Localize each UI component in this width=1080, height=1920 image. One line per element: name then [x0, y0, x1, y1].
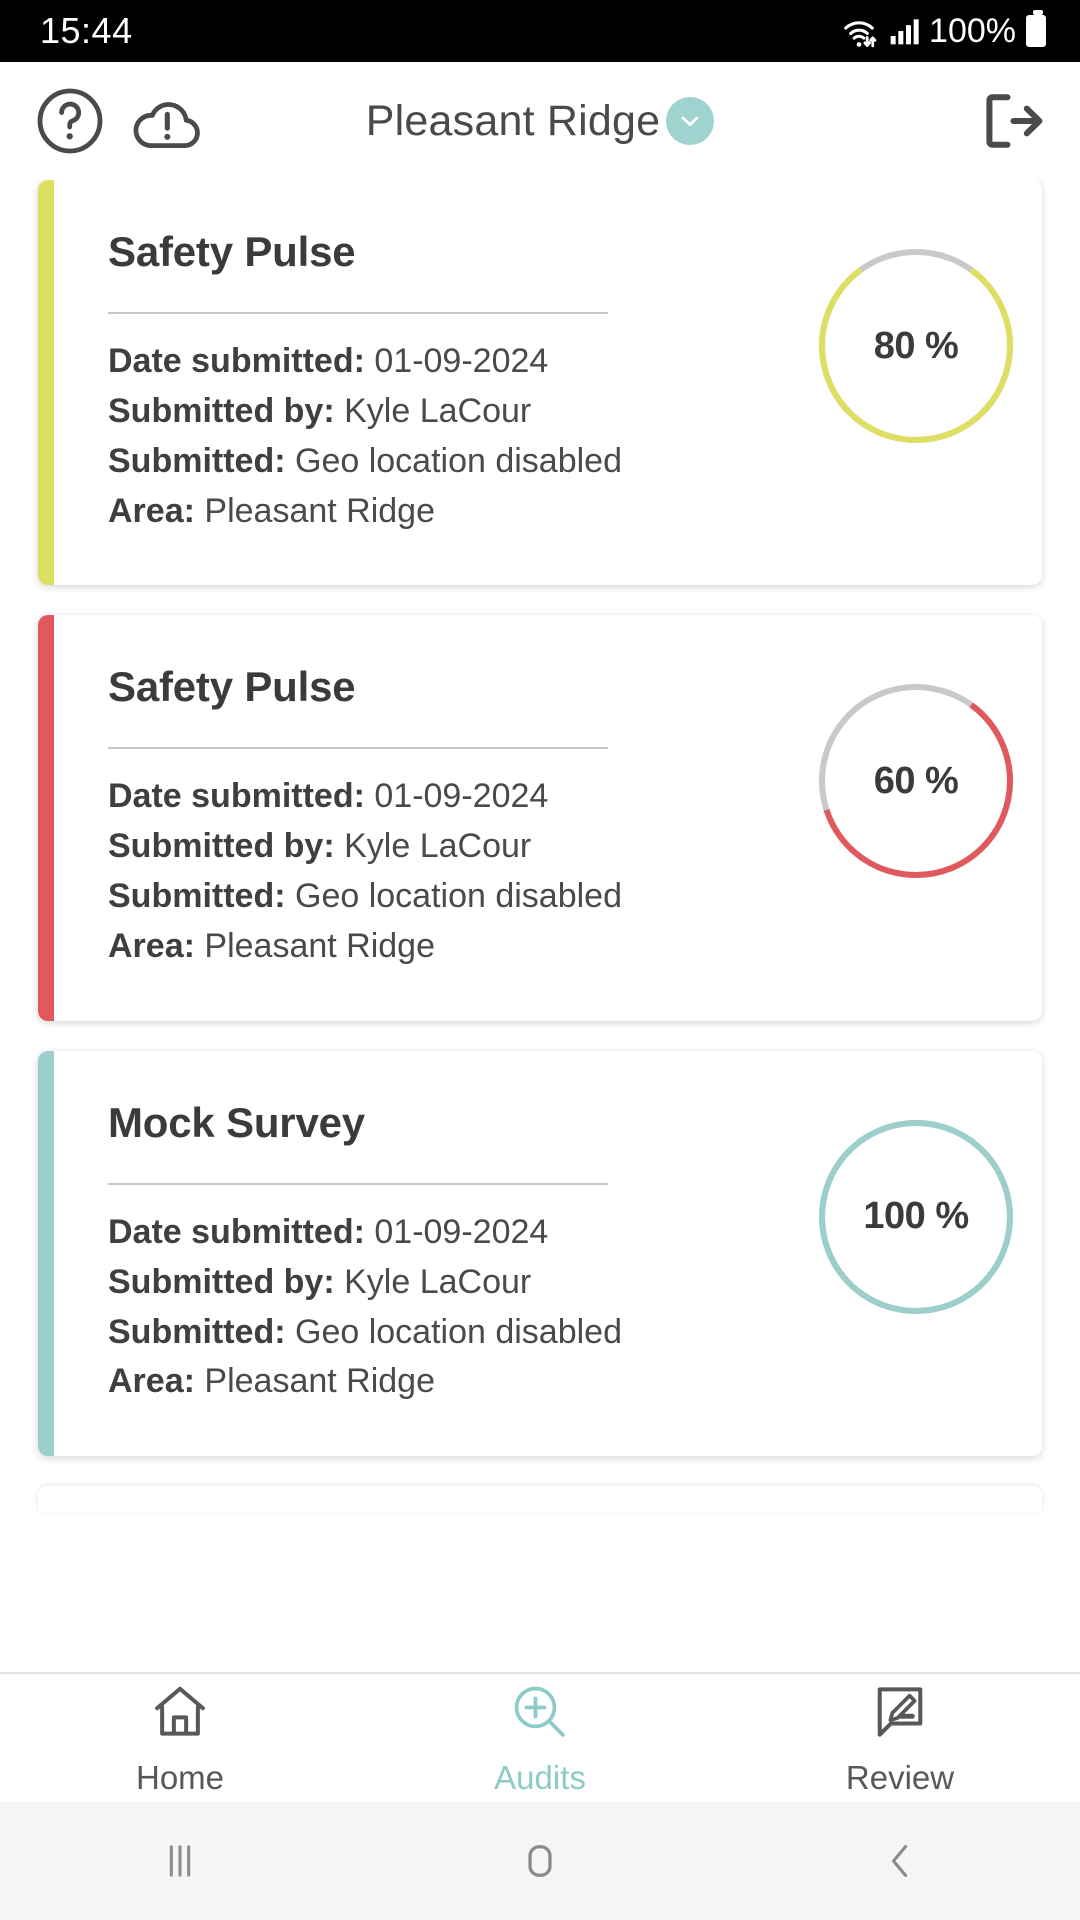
search-plus-icon: [508, 1680, 572, 1749]
meta-submitted: Submitted: Geo location disabled: [108, 875, 810, 919]
status-bar: 15:44 100%: [0, 0, 1080, 62]
meta-value: Geo location disabled: [295, 441, 623, 480]
meta-area: Area: Pleasant Ridge: [108, 1360, 810, 1404]
meta-label: Date submitted:: [108, 777, 365, 816]
recent-apps-icon[interactable]: [0, 1835, 360, 1887]
meta-value: Pleasant Ridge: [204, 927, 435, 966]
meta-value: Pleasant Ridge: [204, 491, 435, 530]
tab-home[interactable]: Home: [0, 1680, 360, 1797]
tab-label: Audits: [494, 1758, 586, 1796]
meta-submitted: Submitted: Geo location disabled: [108, 440, 810, 484]
meta-area: Area: Pleasant Ridge: [108, 925, 810, 969]
app-header: Pleasant Ridge: [0, 62, 1080, 180]
wifi-icon: [844, 21, 877, 48]
score-gauge: 80 %: [816, 246, 1016, 446]
audit-card[interactable]: Mock Survey Date submitted: 01-09-2024 S…: [38, 1050, 1042, 1457]
meta-value: 01-09-2024: [374, 1212, 549, 1251]
score-gauge: 100 %: [816, 1117, 1016, 1317]
meta-date-submitted: Date submitted: 01-09-2024: [108, 1211, 810, 1255]
meta-date-submitted: Date submitted: 01-09-2024: [108, 340, 810, 384]
help-circle-icon[interactable]: [34, 85, 106, 157]
meta-submitted-by: Submitted by: Kyle LaCour: [108, 390, 810, 434]
status-bar-indicators: 100%: [839, 10, 1046, 51]
meta-label: Date submitted:: [108, 342, 365, 380]
back-chevron-icon[interactable]: [720, 1835, 1080, 1887]
card-title: Safety Pulse: [108, 228, 356, 275]
chevron-down-icon[interactable]: [666, 97, 715, 145]
android-system-nav: [0, 1802, 1080, 1920]
meta-submitted-by: Submitted by: Kyle LaCour: [108, 1261, 810, 1305]
card-divider: [108, 312, 608, 314]
meta-value: 01-09-2024: [374, 342, 549, 380]
bottom-tab-bar: Home Audits Review: [0, 1672, 1080, 1802]
cellular-signal-icon: [890, 19, 919, 45]
meta-value: Kyle LaCour: [344, 827, 532, 866]
score-value: 80 %: [873, 324, 959, 367]
meta-label: Area:: [108, 1362, 195, 1401]
meta-value: Kyle LaCour: [344, 391, 532, 430]
tab-label: Review: [845, 1758, 955, 1796]
audit-card[interactable]: Safety Pulse Date submitted: 01-09-2024 …: [38, 615, 1042, 1021]
meta-label: Submitted:: [108, 1312, 286, 1351]
meta-label: Area:: [108, 491, 195, 530]
score-value: 60 %: [873, 759, 959, 802]
meta-label: Submitted:: [108, 441, 286, 480]
card-title: Safety Pulse: [108, 663, 356, 711]
card-divider: [108, 1182, 608, 1185]
meta-label: Submitted by:: [108, 827, 335, 866]
comment-edit-icon: [868, 1680, 932, 1749]
meta-value: Kyle LaCour: [344, 1262, 532, 1301]
card-accent-bar: [38, 180, 54, 586]
meta-label: Submitted by:: [108, 391, 335, 430]
logout-icon[interactable]: [972, 83, 1048, 159]
tab-label: Home: [135, 1758, 225, 1796]
audit-card[interactable]: Safety Pulse Date submitted: 01-09-2024 …: [38, 180, 1042, 586]
meta-value: 01-09-2024: [374, 777, 549, 816]
meta-date-submitted: Date submitted: 01-09-2024: [108, 775, 810, 819]
score-gauge: 60 %: [816, 681, 1016, 881]
meta-label: Submitted:: [108, 877, 286, 916]
audits-list[interactable]: Safety Pulse Date submitted: 01-09-2024 …: [0, 180, 1080, 1710]
score-value: 100 %: [863, 1195, 969, 1238]
card-accent-bar: [38, 615, 54, 1021]
meta-value: Geo location disabled: [295, 877, 623, 916]
home-square-icon[interactable]: [360, 1835, 720, 1887]
card-title: Mock Survey: [108, 1098, 365, 1146]
meta-value: Geo location disabled: [295, 1312, 623, 1351]
meta-label: Submitted by:: [108, 1262, 335, 1301]
meta-value: Pleasant Ridge: [204, 1362, 435, 1401]
status-bar-clock: 15:44: [40, 10, 133, 51]
meta-label: Date submitted:: [108, 1212, 365, 1251]
battery-icon: [1026, 10, 1046, 47]
meta-submitted-by: Submitted by: Kyle LaCour: [108, 825, 810, 869]
tab-audits[interactable]: Audits: [360, 1680, 720, 1797]
page-title: Pleasant Ridge: [365, 96, 661, 145]
cloud-alert-icon[interactable]: [128, 82, 206, 160]
tab-review[interactable]: Review: [720, 1680, 1080, 1797]
meta-submitted: Submitted: Geo location disabled: [108, 1311, 810, 1355]
meta-label: Area:: [108, 927, 195, 966]
card-accent-bar: [38, 1050, 54, 1457]
next-card-peek[interactable]: [38, 1486, 1042, 1513]
card-divider: [108, 747, 608, 750]
home-icon: [148, 1680, 212, 1749]
battery-percent-label: 100%: [929, 11, 1016, 50]
meta-area: Area: Pleasant Ridge: [108, 490, 810, 534]
